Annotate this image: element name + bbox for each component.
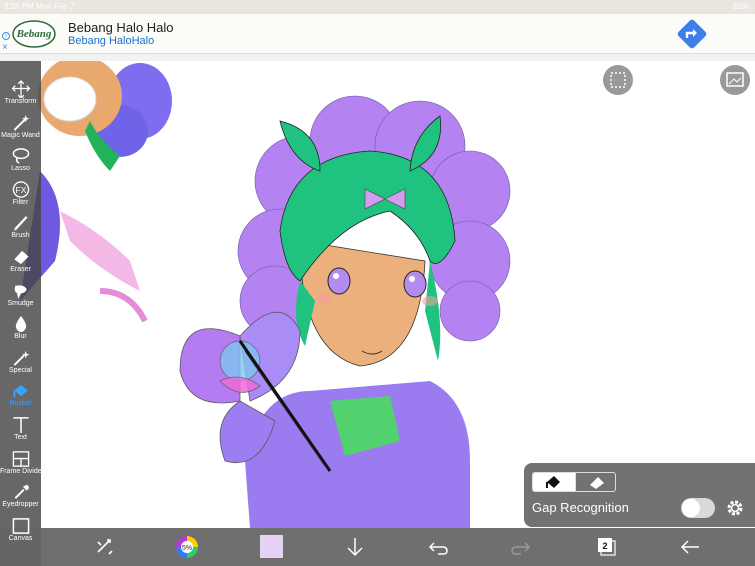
- ad-logo: Bebang: [12, 20, 56, 48]
- tool-special[interactable]: Special: [0, 347, 41, 381]
- layers-icon: 2: [598, 538, 616, 556]
- color-wheel-button[interactable]: 5%: [175, 535, 199, 559]
- tool-magic-wand[interactable]: Magic Wand: [0, 112, 41, 146]
- ad-title[interactable]: Bebang Halo Halo: [68, 20, 174, 35]
- move-arrows-icon: [11, 80, 30, 98]
- svg-text:2: 2: [602, 541, 607, 551]
- tool-label: Smudge: [7, 299, 34, 307]
- tool-transform[interactable]: Transform: [0, 78, 41, 112]
- tool-palette: Transform Magic Wand Lasso FX Filter Brush Era…: [0, 61, 44, 566]
- tool-label: Canvas: [8, 534, 33, 542]
- gap-recognition-label: Gap Recognition: [532, 500, 629, 515]
- artwork: [20, 61, 511, 528]
- tool-label: Frame Divider: [0, 467, 44, 475]
- drop-icon: [15, 316, 26, 333]
- tool-lasso[interactable]: Lasso: [0, 145, 41, 179]
- ad-banner[interactable]: i × Bebang Bebang Halo Halo Bebang HaloH…: [0, 14, 755, 54]
- tool-label: Eyedropper: [2, 501, 39, 509]
- sparkle-wand-icon: [13, 350, 30, 366]
- bucket-fill-mode[interactable]: [533, 473, 575, 491]
- svg-text:FX: FX: [15, 185, 26, 195]
- svg-text:Bebang: Bebang: [16, 28, 52, 40]
- image-icon: [726, 72, 744, 87]
- status-battery: 82%: [732, 2, 749, 11]
- tool-label: Bucket: [9, 400, 32, 408]
- bucket-erase-mode[interactable]: [575, 473, 615, 491]
- eraser-icon: [13, 250, 29, 265]
- ad-info-icon[interactable]: i: [2, 32, 10, 40]
- frame-divider-icon: [12, 450, 29, 467]
- tool-eraser[interactable]: Eraser: [0, 246, 41, 280]
- app-root: 9:28 PM Mon Feb 7 82% i × Bebang Bebang …: [0, 0, 755, 566]
- bucket-icon: [12, 385, 28, 398]
- tool-filter[interactable]: FX Filter: [0, 179, 41, 213]
- tool-label: Magic Wand: [1, 131, 40, 139]
- fx-icon: FX: [12, 181, 29, 198]
- eraser-icon: [590, 477, 604, 489]
- bucket-mode-selector[interactable]: [532, 472, 616, 492]
- tool-blur[interactable]: Blur: [0, 313, 41, 347]
- lasso-icon: [12, 148, 29, 164]
- brush-icon: [12, 216, 28, 232]
- tool-label: Special: [9, 366, 32, 374]
- tool-bucket[interactable]: Bucket: [0, 380, 41, 414]
- tool-smudge[interactable]: Smudge: [0, 280, 41, 314]
- magic-wand-icon: [13, 114, 30, 131]
- bottom-toolbar: 5% 2: [41, 528, 755, 566]
- ad-subtitle[interactable]: Bebang HaloHalo: [68, 35, 154, 47]
- tool-label: Blur: [14, 333, 27, 341]
- tool-label: Filter: [12, 198, 29, 206]
- canvas-icon: [12, 517, 29, 534]
- tool-label: Brush: [11, 232, 30, 240]
- tool-label: Eraser: [10, 266, 31, 273]
- tool-label: Transform: [4, 98, 37, 105]
- tool-eyedropper[interactable]: Eyedropper: [0, 481, 41, 515]
- status-bar: 9:28 PM Mon Feb 7 82%: [0, 0, 755, 14]
- reference-image-button[interactable]: [720, 65, 750, 95]
- swap-icon[interactable]: [93, 536, 117, 558]
- bucket-options-panel: Gap Recognition: [524, 463, 755, 527]
- text-icon: [12, 417, 29, 434]
- selection-icon: [610, 72, 626, 88]
- gap-recognition-toggle[interactable]: [681, 498, 715, 518]
- tool-brush[interactable]: Brush: [0, 212, 41, 246]
- color-wheel-icon: 5%: [176, 536, 198, 558]
- tool-text[interactable]: Text: [0, 414, 41, 448]
- undo-icon[interactable]: [426, 536, 450, 558]
- directions-icon[interactable]: [676, 18, 708, 50]
- tool-frame-divider[interactable]: Frame Divider: [0, 448, 44, 482]
- drawing-canvas[interactable]: [0, 61, 755, 528]
- eyedropper-icon: [14, 485, 29, 500]
- tool-canvas[interactable]: Canvas: [0, 515, 41, 549]
- selection-button[interactable]: [603, 65, 633, 95]
- tool-label: Text: [14, 434, 27, 441]
- back-arrow-icon[interactable]: [678, 536, 702, 558]
- tool-label: Lasso: [11, 165, 30, 173]
- gear-icon[interactable]: [726, 499, 744, 517]
- layers-button[interactable]: 2: [596, 536, 618, 558]
- status-time: 9:28 PM Mon Feb 7: [4, 2, 75, 11]
- current-color-swatch[interactable]: [260, 535, 283, 558]
- smudge-icon: [14, 284, 27, 299]
- bucket-icon: [546, 476, 560, 488]
- toggle-knob: [682, 499, 700, 517]
- svg-text:5%: 5%: [182, 545, 192, 552]
- redo-icon[interactable]: [509, 536, 533, 558]
- ad-close-icon[interactable]: ×: [2, 42, 8, 53]
- arrow-down-icon[interactable]: [343, 536, 367, 558]
